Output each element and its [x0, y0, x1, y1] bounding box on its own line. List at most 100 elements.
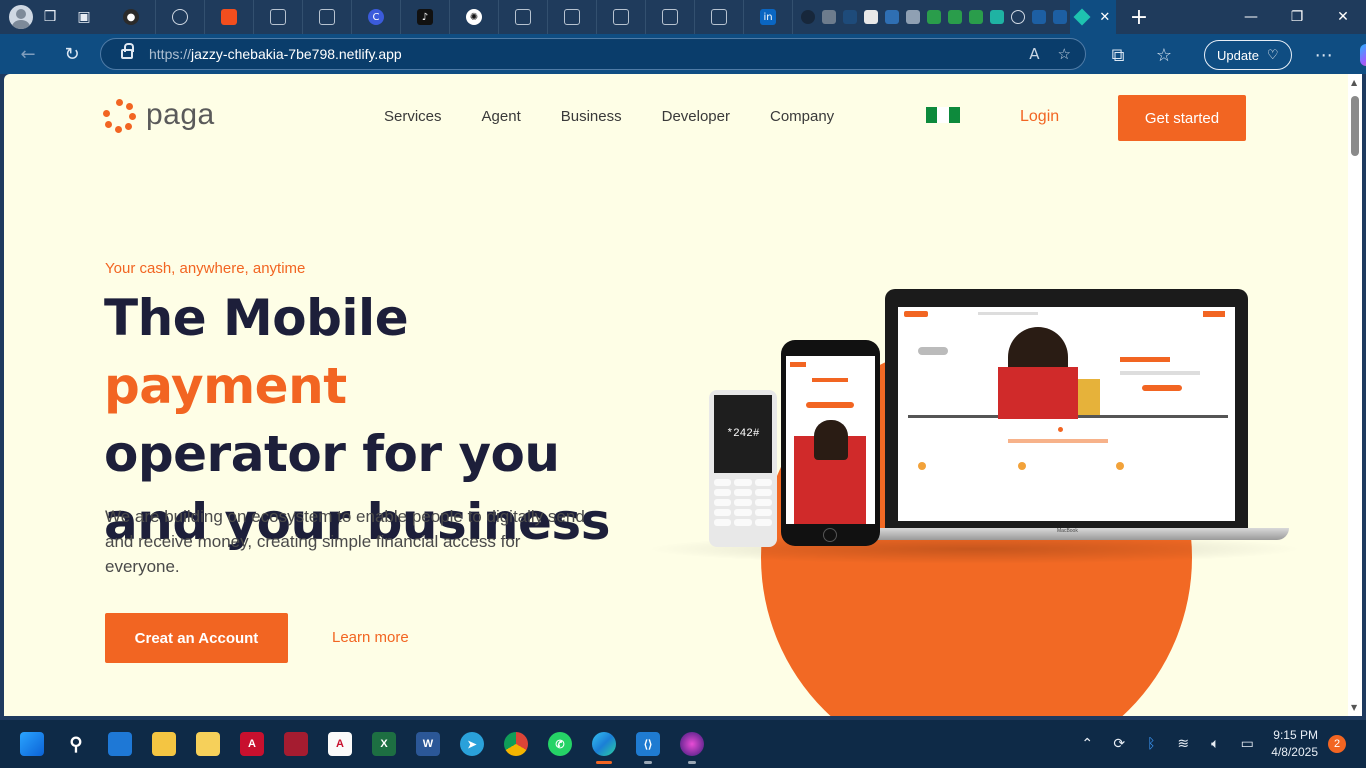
tab-linkedin[interactable]: in: [744, 0, 793, 34]
more-menu-icon[interactable]: ⋯: [1306, 37, 1342, 73]
url-text[interactable]: https://jazzy-chebakia-7be798.netlify.ap…: [149, 46, 402, 62]
tab-compact-6[interactable]: [902, 0, 923, 34]
search-button[interactable]: ⚲: [54, 722, 98, 766]
taskbar-file-explorer[interactable]: [142, 722, 186, 766]
tab-compact-11[interactable]: [1007, 0, 1028, 34]
tab-doc-1[interactable]: [254, 0, 303, 34]
taskbar-media[interactable]: [670, 722, 714, 766]
tab-doc-2[interactable]: [303, 0, 352, 34]
taskbar-edge[interactable]: [582, 722, 626, 766]
lock-icon[interactable]: [121, 43, 134, 59]
hero-description: We are building on ecosystem to enable p…: [105, 507, 585, 576]
tab-doc-4[interactable]: [548, 0, 597, 34]
smartphone-screen-image: [786, 356, 875, 524]
tab-compact-10[interactable]: [986, 0, 1007, 34]
taskbar-chrome[interactable]: [494, 722, 538, 766]
tab-figma[interactable]: [205, 0, 254, 34]
minimize-button[interactable]: —: [1228, 0, 1274, 34]
tab-github[interactable]: ●: [107, 0, 156, 34]
scroll-down-arrow-icon[interactable]: ▼: [1351, 703, 1357, 712]
back-button[interactable]: ←: [10, 36, 46, 72]
extensions-icon[interactable]: ⧉: [1100, 37, 1136, 73]
taskbar-excel[interactable]: X: [362, 722, 406, 766]
read-aloud-icon[interactable]: A: [1029, 45, 1039, 63]
login-link[interactable]: Login: [1020, 108, 1059, 126]
globe-icon: [172, 9, 188, 25]
favorites-icon[interactable]: ☆: [1146, 37, 1182, 73]
edge-icon: [592, 732, 616, 756]
acrobat-icon: A: [328, 732, 352, 756]
taskbar-notes[interactable]: [186, 722, 230, 766]
nav-services[interactable]: Services: [384, 108, 442, 125]
tab-doc-7[interactable]: [695, 0, 744, 34]
new-tab-button[interactable]: +: [1122, 0, 1156, 34]
chevron-up-icon[interactable]: ⌃: [1075, 732, 1099, 756]
tab-compact-8[interactable]: [944, 0, 965, 34]
close-window-button[interactable]: ✕: [1320, 0, 1366, 34]
profile-avatar[interactable]: [9, 5, 33, 29]
toolbar-actions: ⧉ ☆ Update ♡ ⋯: [1100, 37, 1366, 73]
restore-button[interactable]: ❐: [1274, 0, 1320, 34]
taskbar-acrobat[interactable]: A: [318, 722, 362, 766]
tab-active-paga[interactable]: ✕: [1070, 0, 1116, 34]
taskbar-store[interactable]: [98, 722, 142, 766]
tab-compact-1[interactable]: [797, 0, 818, 34]
tab-compact-5[interactable]: [881, 0, 902, 34]
tab-compact-4[interactable]: [860, 0, 881, 34]
get-started-button[interactable]: Get started: [1118, 95, 1246, 141]
page-scrollbar[interactable]: ▲ ▼: [1348, 74, 1362, 716]
tab-doc-6[interactable]: [646, 0, 695, 34]
tab-compact-7[interactable]: [923, 0, 944, 34]
browser-toolbar: ← ↻ https://jazzy-chebakia-7be798.netlif…: [0, 34, 1366, 74]
learn-more-link[interactable]: Learn more: [332, 629, 409, 646]
taskbar-word[interactable]: W: [406, 722, 450, 766]
battery-icon[interactable]: ▭: [1235, 732, 1259, 756]
workspaces-icon[interactable]: ❒: [33, 0, 67, 34]
tab-canva[interactable]: C: [352, 0, 401, 34]
taskbar-vscode[interactable]: ⟨⟩: [626, 722, 670, 766]
paga-logo[interactable]: paga: [103, 98, 215, 133]
tab-tiktok[interactable]: ♪: [401, 0, 450, 34]
nav-business[interactable]: Business: [561, 108, 622, 125]
create-account-button[interactable]: Creat an Account: [105, 613, 288, 663]
update-button[interactable]: Update ♡: [1204, 40, 1292, 70]
tab-doc-3[interactable]: [499, 0, 548, 34]
tab-compact-9[interactable]: [965, 0, 986, 34]
nav-developer[interactable]: Developer: [662, 108, 730, 125]
address-bar-actions: A ☆: [1029, 45, 1071, 63]
close-tab-icon[interactable]: ✕: [1099, 10, 1110, 25]
tab-openai[interactable]: ✺: [450, 0, 499, 34]
favorite-star-icon[interactable]: ☆: [1058, 45, 1071, 63]
update-label: Update: [1217, 47, 1259, 63]
copilot-icon[interactable]: [1359, 44, 1366, 66]
tab-compact-13[interactable]: [1049, 0, 1070, 34]
tab-compact-12[interactable]: [1028, 0, 1049, 34]
address-bar[interactable]: https://jazzy-chebakia-7be798.netlify.ap…: [100, 38, 1086, 70]
tab-compact-3[interactable]: [839, 0, 860, 34]
nav-agent[interactable]: Agent: [482, 108, 521, 125]
tab-compact-2[interactable]: [818, 0, 839, 34]
clock[interactable]: 9:15 PM 4/8/2025: [1271, 727, 1318, 761]
nav-company[interactable]: Company: [770, 108, 834, 125]
tab-globe[interactable]: [156, 0, 205, 34]
document-icon: [564, 9, 580, 25]
word-icon: W: [416, 732, 440, 756]
taskbar-telegram[interactable]: ➤: [450, 722, 494, 766]
notification-badge[interactable]: 2: [1328, 735, 1346, 753]
scroll-up-arrow-icon[interactable]: ▲: [1351, 78, 1357, 87]
tab-doc-5[interactable]: [597, 0, 646, 34]
wifi-icon[interactable]: ≋: [1171, 732, 1195, 756]
bluetooth-icon[interactable]: ᛒ: [1139, 732, 1163, 756]
volume-icon[interactable]: 🔈︎: [1203, 732, 1227, 756]
taskbar-revit[interactable]: [274, 722, 318, 766]
nigeria-flag-icon[interactable]: [926, 107, 960, 123]
scrollbar-thumb[interactable]: [1351, 96, 1359, 156]
taskbar-whatsapp[interactable]: ✆: [538, 722, 582, 766]
start-button[interactable]: [10, 722, 54, 766]
tab-actions-icon[interactable]: ▣: [67, 0, 101, 34]
taskbar-autocad[interactable]: A: [230, 722, 274, 766]
folder-icon: [152, 732, 176, 756]
sync-icon[interactable]: ⟳: [1107, 732, 1131, 756]
whatsapp-icon: ✆: [548, 732, 572, 756]
refresh-button[interactable]: ↻: [54, 36, 90, 72]
